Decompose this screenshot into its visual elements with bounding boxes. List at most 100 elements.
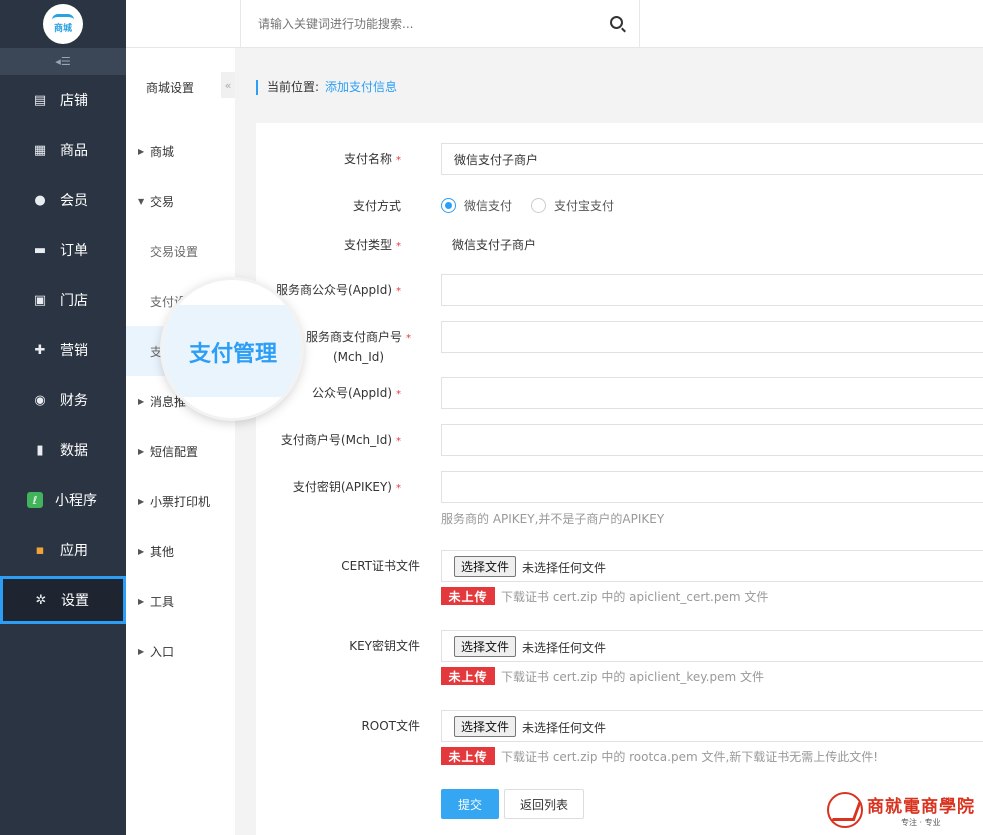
caret-right-icon: ▶ [138, 646, 145, 656]
caret-right-icon: ▶ [138, 546, 145, 556]
required-mark: * [396, 389, 401, 400]
back-to-list-button[interactable]: 返回列表 [504, 789, 584, 819]
mchid-input[interactable] [441, 424, 983, 456]
caret-right-icon: ▶ [138, 396, 145, 406]
search-icon[interactable] [610, 16, 623, 29]
main-content: 当前位置: 添加支付信息 支付名称 * 微信支付子商户 支付方式 微信支付 支付宝支… [235, 48, 983, 835]
order-icon: ▬ [33, 242, 47, 258]
required-mark: * [396, 436, 401, 447]
root-file-field: 选择文件 未选择任何文件 [441, 710, 983, 742]
appid-input[interactable] [441, 377, 983, 409]
nav-item-label: 订单 [60, 243, 88, 259]
nav-collapse-button[interactable]: ◂☰ [0, 48, 126, 75]
watermark: 商就電商學院 专注 · 专业 [827, 790, 977, 830]
nav-item-4[interactable]: ▣ 门店 [0, 275, 126, 325]
logo-mark-icon [52, 14, 74, 24]
caret-right-icon: ▶ [138, 596, 145, 606]
sub-nav-item-8[interactable]: ▶ 其他 [126, 526, 235, 576]
nav-item-label: 数据 [60, 443, 88, 459]
breadcrumb-current[interactable]: 添加支付信息 [325, 80, 397, 94]
money-bag-icon: ◉ [34, 392, 46, 408]
sp-mchid-label-line1: 服务商支付商户号 * [306, 329, 411, 347]
branch-store-icon: ▣ [33, 292, 47, 308]
key-choose-file-button[interactable]: 选择文件 [454, 636, 517, 657]
breadcrumb: 当前位置: 添加支付信息 [256, 80, 397, 95]
nav-item-8[interactable]: ℓ 小程序 [0, 475, 126, 525]
nav-item-label: 小程序 [55, 493, 97, 509]
sp-mchid-label-line2: (Mch_Id) [332, 350, 385, 364]
nav-item-1[interactable]: ▦ 商品 [0, 125, 126, 175]
pay-name-field[interactable]: 微信支付子商户 [441, 143, 983, 175]
key-file-field: 选择文件 未选择任何文件 [441, 630, 983, 662]
nav-item-2[interactable]: ● 会员 [0, 175, 126, 225]
pay-type-label: 支付类型 * [344, 237, 401, 255]
sub-nav: 商城设置 « ▶ 商城 ▼ 交易 交易设置 支付设支 ▶ 消息推 ▶ 短信配置 ▶ 小票打印机 ▶ 其他 ▶… [126, 0, 235, 835]
radio-checked-icon [441, 198, 456, 213]
cert-choose-file-button[interactable]: 选择文件 [454, 556, 517, 577]
bar-chart-icon: ▮ [36, 442, 44, 458]
required-mark: * [396, 241, 401, 252]
logo-text: 商城 [53, 24, 72, 34]
sub-nav-item-1[interactable]: ▼ 交易 [126, 176, 235, 226]
nav-item-label: 营销 [60, 343, 88, 359]
nav-item-10[interactable]: ✲ 设置 [0, 576, 126, 624]
nav-item-7[interactable]: ▮ 数据 [0, 425, 126, 475]
sp-appid-label: 服务商公众号(AppId) * [276, 282, 401, 300]
nav-item-label: 门店 [60, 293, 88, 309]
apikey-input[interactable] [441, 471, 983, 503]
gift-icon: ✚ [34, 342, 46, 358]
sp-mchid-input[interactable] [441, 321, 983, 353]
radio-alipay-label: 支付宝支付 [554, 199, 615, 213]
cert-status-badge: 未上传 [441, 587, 495, 605]
sub-nav-item-10[interactable]: ▶ 入口 [126, 626, 235, 676]
required-mark: * [406, 333, 411, 344]
nav-item-5[interactable]: ✚ 营销 [0, 325, 126, 375]
nav-item-0[interactable]: ▤ 店铺 [0, 75, 126, 125]
radio-alipay[interactable]: 支付宝支付 [531, 197, 614, 214]
root-label: ROOT文件 [361, 719, 420, 733]
sub-nav-collapse-button[interactable]: « [221, 72, 235, 98]
nav-item-9[interactable]: ▪ 应用 [0, 525, 126, 575]
nav-item-6[interactable]: ◉ 财务 [0, 375, 126, 425]
sp-mchid-label: 服务商支付商户号 * (Mch_Id) [306, 329, 411, 365]
nav-item-label: 财务 [60, 393, 88, 409]
magnifier-text: 支付管理 [189, 342, 278, 367]
left-nav: 商城 ◂☰ ▤ 店铺 ▦ 商品 ● 会员 ▬ 订单 ▣ 门店 ✚ 营销 ◉ 财务 ▮ 数据 ℓ 小程序 ▪ 应用 ✲ 设置 [0, 0, 126, 835]
search-input[interactable] [258, 16, 588, 31]
radio-wechat-pay-label: 微信支付 [464, 199, 513, 213]
mchid-label: 支付商户号(Mch_Id) * [281, 432, 401, 450]
radio-wechat-pay[interactable]: 微信支付 [441, 197, 512, 214]
sub-nav-item-0[interactable]: ▶ 商城 [126, 126, 235, 176]
sub-nav-item-label: 交易 [150, 194, 175, 209]
nav-item-label: 会员 [60, 193, 88, 209]
required-mark: * [396, 155, 401, 166]
store-icon: ▤ [33, 92, 47, 108]
nav-item-label: 店铺 [60, 93, 88, 109]
key-hint: 下载证书 cert.zip 中的 apiclient_key.pem 文件 [501, 670, 765, 684]
sub-nav-item-label: 交易设置 [150, 244, 199, 259]
magnifier-callout: 支付管理 [163, 280, 301, 418]
nav-item-label: 设置 [61, 593, 89, 609]
sp-appid-input[interactable] [441, 274, 983, 306]
key-file-status: 未选择任何文件 [522, 641, 607, 655]
sub-nav-item-2[interactable]: 交易设置 [126, 226, 235, 276]
sub-nav-item-7[interactable]: ▶ 小票打印机 [126, 476, 235, 526]
sub-nav-item-label: 工具 [150, 594, 175, 609]
apps-grid-icon: ▪ [35, 542, 45, 558]
nav-item-label: 商品 [60, 143, 88, 159]
pay-name-label: 支付名称 * [344, 151, 401, 169]
cert-file-status: 未选择任何文件 [522, 561, 607, 575]
submit-button[interactable]: 提交 [441, 789, 499, 819]
sub-nav-item-6[interactable]: ▶ 短信配置 [126, 426, 235, 476]
sub-nav-item-9[interactable]: ▶ 工具 [126, 576, 235, 626]
pay-method-label: 支付方式 [352, 199, 401, 213]
sub-nav-top-spacer [126, 0, 235, 48]
nav-item-3[interactable]: ▬ 订单 [0, 225, 126, 275]
cert-file-field: 选择文件 未选择任何文件 [441, 550, 983, 582]
search-box [242, 0, 640, 47]
goods-icon: ▦ [33, 142, 47, 158]
logo[interactable]: 商城 [43, 4, 83, 44]
cert-hint: 下载证书 cert.zip 中的 apiclient_cert.pem 文件 [501, 590, 769, 604]
root-choose-file-button[interactable]: 选择文件 [454, 716, 517, 737]
pay-type-value: 微信支付子商户 [441, 229, 983, 259]
